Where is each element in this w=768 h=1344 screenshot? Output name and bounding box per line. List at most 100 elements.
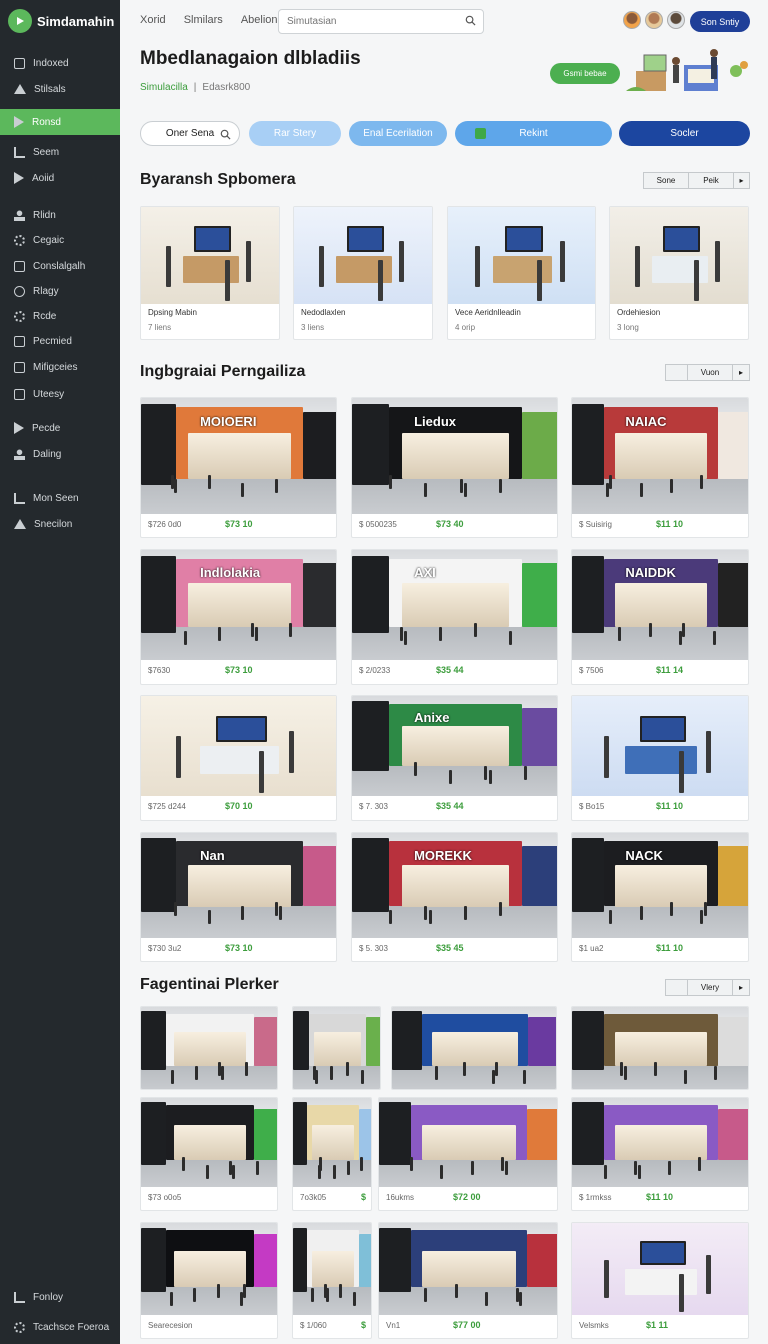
store-card[interactable]: MOIOERI $726 0d0 $73 10: [140, 397, 337, 538]
category-card[interactable]: Vece Aeridnlleadin 4 orip: [447, 206, 596, 340]
store-window: [422, 1124, 516, 1161]
gallery-card[interactable]: $ 1rmkss $11 10: [571, 1097, 749, 1211]
gallery-card[interactable]: [571, 1006, 749, 1090]
top-link-3[interactable]: Abelion: [241, 14, 278, 26]
sidebar-item-8[interactable]: Rlagy: [0, 280, 120, 302]
top-link-2[interactable]: Slmilars: [184, 14, 223, 26]
sidebar: Simdamahin Indoxed Stilsals Ronsd Seem Aoiid…: [0, 0, 120, 1344]
person-figure: [255, 626, 259, 641]
sidebar-item-0[interactable]: Indoxed: [0, 52, 120, 74]
gallery-card[interactable]: Velsmks $1 11: [571, 1222, 749, 1339]
sidebar-item-6[interactable]: Cegaic: [0, 229, 120, 251]
sidebar-footer-item-0[interactable]: Fonloy: [0, 1286, 120, 1308]
card-image: [141, 207, 279, 304]
gallery-card[interactable]: $ 1/060 $: [292, 1222, 372, 1339]
gallery-card[interactable]: $73 o0o5: [140, 1097, 278, 1211]
section-1-ctrl-b[interactable]: Peik: [689, 173, 734, 188]
gallery-card[interactable]: [292, 1006, 381, 1090]
section-2-ctrl-b[interactable]: Vuon: [688, 365, 733, 380]
sidebar-item-11[interactable]: Mifigceies: [0, 356, 120, 378]
store-card[interactable]: NACK $1 ua2 $11 10: [571, 832, 749, 962]
top-link-1[interactable]: Xorid: [140, 14, 166, 26]
person-figure: [409, 1156, 413, 1171]
filter-button-1[interactable]: Rar Stery: [249, 121, 341, 146]
side-store: [521, 708, 557, 766]
sidebar-item-7[interactable]: Conslalgalh: [0, 255, 120, 277]
category-card[interactable]: Dpsing Mabin 7 liens: [140, 206, 280, 340]
breadcrumb-active[interactable]: Simulacilla: [140, 82, 188, 93]
store-card[interactable]: MOREKK $ 5. 303 $35 45: [351, 832, 558, 962]
section-2-ctrl-a[interactable]: [666, 365, 688, 380]
person-figure: [705, 1255, 711, 1294]
sidebar-item-12[interactable]: Uteesy: [0, 383, 120, 405]
card-price: $11 10: [656, 801, 684, 811]
chevron-right-icon[interactable]: ▸: [734, 173, 749, 188]
card-price: $: [361, 1320, 367, 1330]
sidebar-item-16[interactable]: Snecilon: [0, 513, 120, 535]
category-card[interactable]: Ordehiesion 3 long: [609, 206, 749, 340]
top-nav: Xorid Slmilars Abelion: [140, 14, 278, 26]
sidebar-item-4[interactable]: Aoiid: [0, 167, 120, 189]
sidebar-item-9[interactable]: Rcde: [0, 305, 120, 327]
avatar[interactable]: [645, 11, 663, 29]
store-window: [614, 583, 708, 627]
chevron-right-icon[interactable]: ▸: [733, 980, 749, 995]
gallery-card[interactable]: 16ukms $72 00: [378, 1097, 558, 1211]
store-card[interactable]: Anixe $ 7. 303 $35 44: [351, 695, 558, 821]
store-card[interactable]: NAIAC $ Suisirig $11 10: [571, 397, 749, 538]
store-card[interactable]: $725 d244 $70 10: [140, 695, 337, 821]
sidebar-item-2[interactable]: Ronsd: [0, 109, 120, 135]
store-card[interactable]: AXI $ 2/0233 $35 44: [351, 549, 558, 685]
store-window: [614, 1032, 708, 1066]
filter-badge-icon: [475, 128, 486, 139]
side-store: [572, 1011, 605, 1070]
section-3-ctrl-a[interactable]: [666, 980, 688, 995]
section-1-ctrl-a[interactable]: Sone: [644, 173, 689, 188]
sidebar-item-label: Rlagy: [33, 285, 59, 297]
search-icon[interactable]: [465, 15, 476, 26]
card-price: $73 10: [225, 943, 253, 953]
gallery-card[interactable]: [391, 1006, 557, 1090]
person-figure: [360, 1070, 364, 1085]
kiosk-desk: [492, 255, 553, 283]
card-code: $ 5. 303: [359, 944, 388, 953]
sidebar-item-13[interactable]: Pecde: [0, 417, 120, 439]
person-figure: [484, 766, 488, 780]
sidebar-item-15[interactable]: Mon Seen: [0, 487, 120, 509]
store-card[interactable]: Liedux $ 0500235 $73 40: [351, 397, 558, 538]
filter-button-4[interactable]: Socler: [619, 121, 750, 146]
store-card[interactable]: Indlolakia $7630 $73 10: [140, 549, 337, 685]
cta-button[interactable]: Son Sntiy: [690, 11, 750, 32]
person-figure: [360, 1156, 364, 1171]
card-image: [448, 207, 595, 304]
filter-search-pill[interactable]: Oner Sena: [140, 121, 240, 146]
sidebar-item-1[interactable]: Stilsals: [0, 78, 120, 100]
filter-button-3[interactable]: Rekint: [455, 121, 612, 146]
card-code: $726 0d0: [148, 520, 182, 529]
search-input[interactable]: [278, 9, 484, 34]
hero-button[interactable]: Gsmi bebae: [550, 63, 620, 84]
avatar[interactable]: [667, 11, 685, 29]
category-card[interactable]: Nedodlaxlen 3 liens: [293, 206, 433, 340]
brand[interactable]: Simdamahin: [8, 9, 114, 33]
kiosk-screen: [639, 716, 686, 742]
sidebar-footer-item-1[interactable]: Tcachsce Foeroa: [0, 1316, 120, 1338]
chevron-right-icon[interactable]: ▸: [733, 365, 749, 380]
card-code: $1 ua2: [579, 944, 604, 953]
store-card[interactable]: $ Bo15 $11 10: [571, 695, 749, 821]
gallery-card[interactable]: 7o3k05 $: [292, 1097, 372, 1211]
side-store: [302, 411, 336, 480]
gallery-card[interactable]: [140, 1006, 278, 1090]
section-3-ctrl-b[interactable]: Vlery: [688, 980, 733, 995]
filter-button-2[interactable]: Enal Ecerilation: [349, 121, 447, 146]
avatar[interactable]: [623, 11, 641, 29]
gallery-card[interactable]: Searecesion: [140, 1222, 278, 1339]
sidebar-item-3[interactable]: Seem: [0, 141, 120, 163]
sidebar-item-10[interactable]: Pecmied: [0, 330, 120, 352]
gallery-card[interactable]: Vn1 $77 00: [378, 1222, 558, 1339]
store-card[interactable]: NAIDDK $ 7506 $11 14: [571, 549, 749, 685]
sidebar-item-5[interactable]: Rlidn: [0, 204, 120, 226]
breadcrumb-item[interactable]: Edasrk800: [202, 82, 250, 93]
sidebar-item-14[interactable]: Daling: [0, 443, 120, 465]
store-card[interactable]: Nan $730 3u2 $73 10: [140, 832, 337, 962]
